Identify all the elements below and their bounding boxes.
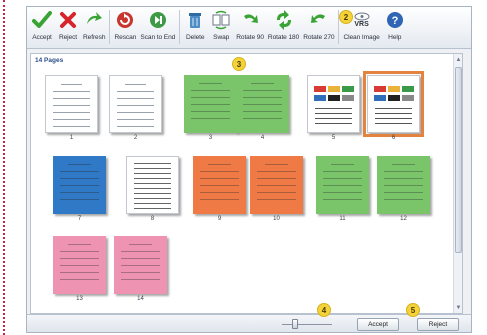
check-icon	[31, 9, 53, 31]
help-label: Help	[388, 34, 402, 41]
page-thumbnail[interactable]: 6	[363, 71, 424, 142]
page-number: 4	[260, 135, 265, 141]
page-preview	[109, 75, 162, 133]
page-preview	[53, 156, 106, 214]
page-number: 7	[77, 216, 82, 222]
page-thumbnail[interactable]: 14	[114, 236, 167, 303]
page-preview	[363, 71, 424, 137]
vrs-badge: VRS	[354, 20, 369, 28]
toolbar-separator	[179, 10, 181, 44]
rotate-180-label: Rotate 180	[267, 34, 300, 41]
swap-label: Swap	[213, 34, 230, 41]
page-number: 14	[137, 296, 144, 302]
page-number: 5	[331, 135, 336, 141]
page-preview	[377, 156, 430, 214]
callout-3: 3	[232, 57, 246, 71]
scan-to-end-icon	[147, 9, 169, 31]
page-preview	[193, 156, 246, 214]
page-number: 2	[133, 135, 138, 141]
refresh-label: Refresh	[83, 34, 106, 41]
delete-label: Delete	[185, 34, 205, 41]
help-icon: ?	[384, 9, 406, 31]
reject-footer-button[interactable]: Reject	[417, 318, 459, 331]
refresh-icon	[83, 9, 105, 31]
page-preview	[307, 75, 360, 133]
rescan-label: Rescan	[114, 34, 137, 41]
page-thumbnail[interactable]: 7	[53, 156, 106, 223]
scroll-down-icon[interactable]: ▼	[455, 304, 462, 311]
page-number: 9	[217, 216, 222, 222]
vrs-clean-image-icon: VRS	[351, 9, 373, 31]
page-preview	[114, 236, 167, 294]
rotate-180-icon	[273, 9, 295, 31]
help-button[interactable]: ? Help	[382, 7, 408, 47]
page-thumbnail[interactable]: 3	[184, 75, 237, 142]
accept-button[interactable]: Accept	[29, 7, 55, 47]
accept-footer-button[interactable]: Accept	[357, 318, 399, 331]
callout-4: 4	[317, 303, 331, 317]
zoom-slider-track[interactable]	[282, 324, 332, 325]
clean-image-label: Clean Image	[343, 34, 380, 41]
pages-count-title: 14 Pages	[35, 57, 64, 64]
rotate-270-label: Rotate 270	[303, 34, 335, 41]
zoom-slider-handle[interactable]	[291, 319, 298, 329]
statusbar: 4 5 Accept Reject	[27, 303, 471, 332]
page-preview	[53, 236, 106, 294]
page-thumbnail[interactable]: 4	[236, 75, 289, 142]
page-thumbnail[interactable]: 2	[109, 75, 162, 142]
toolbar-separator	[109, 10, 111, 44]
reject-button[interactable]: Reject	[55, 7, 81, 47]
page-number: 12	[400, 216, 407, 222]
swap-icon	[210, 9, 232, 31]
rotate-90-label: Rotate 90	[236, 34, 264, 41]
x-icon	[57, 9, 79, 31]
rescan-icon	[114, 9, 136, 31]
page-thumbnail[interactable]: 9	[193, 156, 246, 223]
refresh-button[interactable]: Refresh	[81, 7, 107, 47]
scan-to-end-button[interactable]: Scan to End	[138, 7, 177, 47]
scan-to-end-label: Scan to End	[140, 34, 176, 41]
rotate-180-button[interactable]: Rotate 180	[266, 7, 301, 47]
page-thumbnail[interactable]: 5	[307, 75, 360, 142]
callout-2: 2	[339, 10, 353, 24]
page-number: 3	[208, 135, 213, 141]
rescan-button[interactable]: Rescan	[112, 7, 138, 47]
page-number: 11	[339, 216, 346, 222]
scroll-thumb[interactable]	[455, 67, 462, 253]
swap-button[interactable]: Swap	[208, 7, 234, 47]
page-number: 10	[273, 216, 280, 222]
rotate-90-button[interactable]: Rotate 90	[234, 7, 266, 47]
scanner-review-window: Accept Reject Refresh Rescan Scan to End…	[26, 6, 472, 333]
vertical-scrollbar[interactable]: ▲ ▼	[453, 54, 462, 313]
page-number: 8	[150, 216, 155, 222]
delete-button[interactable]: Delete	[182, 7, 208, 47]
page-preview	[250, 156, 303, 214]
rotate-90-icon	[239, 9, 261, 31]
callout-5: 5	[406, 303, 420, 317]
page-number: 1	[69, 135, 74, 141]
page-number: 13	[76, 296, 83, 302]
page-preview	[316, 156, 369, 214]
page-thumbnail[interactable]: 12	[377, 156, 430, 223]
page-thumbnail[interactable]: 13	[53, 236, 106, 303]
page-thumbnail[interactable]: 1	[45, 75, 98, 142]
page-number: 6	[391, 135, 396, 141]
rotate-270-button[interactable]: Rotate 270	[301, 7, 336, 47]
page-thumbnail[interactable]: 8	[126, 156, 179, 223]
page-preview	[45, 75, 98, 133]
page-preview	[184, 75, 237, 133]
page-thumbnail[interactable]: 10	[250, 156, 303, 223]
dotted-border	[3, 0, 5, 335]
pages-panel: 14 Pages 3 1 2 3 4 5 6 7 8 9 10 11 12 13 14 ▲ ▼	[30, 53, 463, 314]
trash-icon	[184, 9, 206, 31]
toolbar: Accept Reject Refresh Rescan Scan to End…	[27, 7, 471, 49]
rotate-270-icon	[308, 9, 330, 31]
page-preview	[236, 75, 289, 133]
accept-label: Accept	[32, 34, 52, 41]
page-preview	[126, 156, 179, 214]
svg-text:?: ?	[391, 15, 398, 27]
reject-label: Reject	[58, 34, 78, 41]
scroll-up-icon[interactable]: ▲	[455, 56, 462, 63]
page-thumbnail[interactable]: 11	[316, 156, 369, 223]
